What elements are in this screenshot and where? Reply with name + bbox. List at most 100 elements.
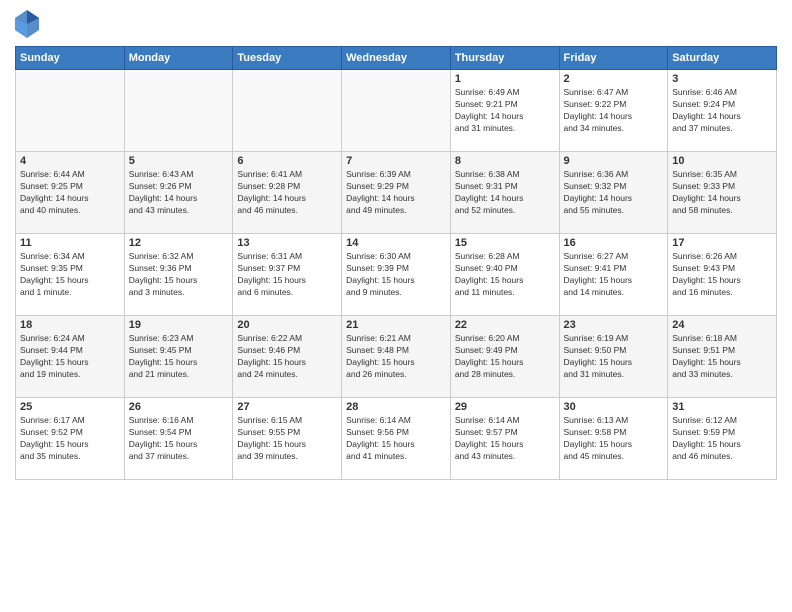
calendar-week-0: 1 Sunrise: 6:49 AM Sunset: 9:21 PM Daylig… (16, 70, 777, 152)
calendar-header-friday: Friday (559, 47, 668, 70)
calendar-cell: 19 Sunrise: 6:23 AM Sunset: 9:45 PM Dayli… (124, 316, 233, 398)
calendar-cell: 7 Sunrise: 6:39 AM Sunset: 9:29 PM Daylig… (342, 152, 451, 234)
day-number: 6 (237, 155, 337, 167)
logo (15, 10, 41, 38)
day-number: 8 (455, 155, 555, 167)
calendar-cell: 1 Sunrise: 6:49 AM Sunset: 9:21 PM Daylig… (450, 70, 559, 152)
day-info: Sunrise: 6:21 AM Sunset: 9:48 PM Dayligh… (346, 333, 446, 381)
day-number: 24 (672, 319, 772, 331)
calendar-cell: 11 Sunrise: 6:34 AM Sunset: 9:35 PM Dayli… (16, 234, 125, 316)
day-info: Sunrise: 6:22 AM Sunset: 9:46 PM Dayligh… (237, 333, 337, 381)
day-info: Sunrise: 6:24 AM Sunset: 9:44 PM Dayligh… (20, 333, 120, 381)
calendar-cell: 6 Sunrise: 6:41 AM Sunset: 9:28 PM Daylig… (233, 152, 342, 234)
calendar-cell: 16Sunrise: 6:27 AM Sunset: 9:41 PM Dayli… (559, 234, 668, 316)
day-info: Sunrise: 6:46 AM Sunset: 9:24 PM Dayligh… (672, 87, 772, 135)
day-info: Sunrise: 6:26 AM Sunset: 9:43 PM Dayligh… (672, 251, 772, 299)
day-info: Sunrise: 6:43 AM Sunset: 9:26 PM Dayligh… (129, 169, 229, 217)
calendar-cell: 13Sunrise: 6:31 AM Sunset: 9:37 PM Dayli… (233, 234, 342, 316)
day-info: Sunrise: 6:14 AM Sunset: 9:57 PM Dayligh… (455, 415, 555, 463)
day-info: Sunrise: 6:28 AM Sunset: 9:40 PM Dayligh… (455, 251, 555, 299)
day-number: 29 (455, 401, 555, 413)
day-number: 28 (346, 401, 446, 413)
calendar-cell: 8 Sunrise: 6:38 AM Sunset: 9:31 PM Daylig… (450, 152, 559, 234)
calendar-header-sunday: Sunday (16, 47, 125, 70)
calendar-cell: 14 Sunrise: 6:30 AM Sunset: 9:39 PM Dayli… (342, 234, 451, 316)
day-number: 22 (455, 319, 555, 331)
calendar-cell: 27 Sunrise: 6:15 AM Sunset: 9:55 PM Dayli… (233, 398, 342, 480)
header (15, 10, 777, 38)
day-number: 12 (129, 237, 229, 249)
day-info: Sunrise: 6:41 AM Sunset: 9:28 PM Dayligh… (237, 169, 337, 217)
calendar-cell: 29 Sunrise: 6:14 AM Sunset: 9:57 PM Dayli… (450, 398, 559, 480)
calendar-cell: 20 Sunrise: 6:22 AM Sunset: 9:46 PM Dayli… (233, 316, 342, 398)
day-info: Sunrise: 6:35 AM Sunset: 9:33 PM Dayligh… (672, 169, 772, 217)
day-info: Sunrise: 6:47 AM Sunset: 9:22 PM Dayligh… (564, 87, 664, 135)
day-number: 3 (672, 73, 772, 85)
day-info: Sunrise: 6:17 AM Sunset: 9:52 PM Dayligh… (20, 415, 120, 463)
calendar-week-1: 4Sunrise: 6:44 AM Sunset: 9:25 PM Daylig… (16, 152, 777, 234)
calendar-week-2: 11 Sunrise: 6:34 AM Sunset: 9:35 PM Dayli… (16, 234, 777, 316)
day-info: Sunrise: 6:23 AM Sunset: 9:45 PM Dayligh… (129, 333, 229, 381)
day-info: Sunrise: 6:49 AM Sunset: 9:21 PM Dayligh… (455, 87, 555, 135)
day-number: 7 (346, 155, 446, 167)
calendar-cell: 12 Sunrise: 6:32 AM Sunset: 9:36 PM Dayli… (124, 234, 233, 316)
logo-icon (15, 10, 39, 38)
day-info: Sunrise: 6:39 AM Sunset: 9:29 PM Dayligh… (346, 169, 446, 217)
day-number: 10 (672, 155, 772, 167)
calendar-cell: 5 Sunrise: 6:43 AM Sunset: 9:26 PM Daylig… (124, 152, 233, 234)
calendar-week-4: 25 Sunrise: 6:17 AM Sunset: 9:52 PM Dayli… (16, 398, 777, 480)
calendar-cell (16, 70, 125, 152)
day-number: 25 (20, 401, 120, 413)
day-number: 21 (346, 319, 446, 331)
day-number: 31 (672, 401, 772, 413)
calendar-header-tuesday: Tuesday (233, 47, 342, 70)
calendar-cell: 17 Sunrise: 6:26 AM Sunset: 9:43 PM Dayli… (668, 234, 777, 316)
day-number: 11 (20, 237, 120, 249)
calendar-week-3: 18 Sunrise: 6:24 AM Sunset: 9:44 PM Dayli… (16, 316, 777, 398)
day-info: Sunrise: 6:18 AM Sunset: 9:51 PM Dayligh… (672, 333, 772, 381)
day-number: 1 (455, 73, 555, 85)
day-number: 2 (564, 73, 664, 85)
calendar-cell (124, 70, 233, 152)
calendar-cell: 22 Sunrise: 6:20 AM Sunset: 9:49 PM Dayli… (450, 316, 559, 398)
calendar-cell: 28Sunrise: 6:14 AM Sunset: 9:56 PM Dayli… (342, 398, 451, 480)
calendar-cell (233, 70, 342, 152)
day-info: Sunrise: 6:20 AM Sunset: 9:49 PM Dayligh… (455, 333, 555, 381)
calendar-header-saturday: Saturday (668, 47, 777, 70)
calendar-cell: 24 Sunrise: 6:18 AM Sunset: 9:51 PM Dayli… (668, 316, 777, 398)
day-info: Sunrise: 6:36 AM Sunset: 9:32 PM Dayligh… (564, 169, 664, 217)
day-number: 17 (672, 237, 772, 249)
calendar-header-wednesday: Wednesday (342, 47, 451, 70)
calendar-cell: 23Sunrise: 6:19 AM Sunset: 9:50 PM Dayli… (559, 316, 668, 398)
day-number: 9 (564, 155, 664, 167)
day-info: Sunrise: 6:16 AM Sunset: 9:54 PM Dayligh… (129, 415, 229, 463)
day-number: 18 (20, 319, 120, 331)
day-number: 15 (455, 237, 555, 249)
day-info: Sunrise: 6:32 AM Sunset: 9:36 PM Dayligh… (129, 251, 229, 299)
day-info: Sunrise: 6:44 AM Sunset: 9:25 PM Dayligh… (20, 169, 120, 217)
day-number: 27 (237, 401, 337, 413)
calendar-cell: 4Sunrise: 6:44 AM Sunset: 9:25 PM Daylig… (16, 152, 125, 234)
day-info: Sunrise: 6:30 AM Sunset: 9:39 PM Dayligh… (346, 251, 446, 299)
calendar-cell: 25 Sunrise: 6:17 AM Sunset: 9:52 PM Dayli… (16, 398, 125, 480)
calendar-cell: 18 Sunrise: 6:24 AM Sunset: 9:44 PM Dayli… (16, 316, 125, 398)
day-info: Sunrise: 6:15 AM Sunset: 9:55 PM Dayligh… (237, 415, 337, 463)
day-number: 13 (237, 237, 337, 249)
day-info: Sunrise: 6:13 AM Sunset: 9:58 PM Dayligh… (564, 415, 664, 463)
day-number: 20 (237, 319, 337, 331)
day-number: 30 (564, 401, 664, 413)
day-info: Sunrise: 6:38 AM Sunset: 9:31 PM Dayligh… (455, 169, 555, 217)
calendar-header-thursday: Thursday (450, 47, 559, 70)
calendar-cell: 21 Sunrise: 6:21 AM Sunset: 9:48 PM Dayli… (342, 316, 451, 398)
calendar-cell: 3 Sunrise: 6:46 AM Sunset: 9:24 PM Daylig… (668, 70, 777, 152)
day-number: 14 (346, 237, 446, 249)
calendar-header-monday: Monday (124, 47, 233, 70)
day-info: Sunrise: 6:27 AM Sunset: 9:41 PM Dayligh… (564, 251, 664, 299)
calendar-cell: 30 Sunrise: 6:13 AM Sunset: 9:58 PM Dayli… (559, 398, 668, 480)
day-number: 26 (129, 401, 229, 413)
day-info: Sunrise: 6:34 AM Sunset: 9:35 PM Dayligh… (20, 251, 120, 299)
day-number: 5 (129, 155, 229, 167)
day-number: 23 (564, 319, 664, 331)
day-number: 19 (129, 319, 229, 331)
calendar-cell: 15 Sunrise: 6:28 AM Sunset: 9:40 PM Dayli… (450, 234, 559, 316)
